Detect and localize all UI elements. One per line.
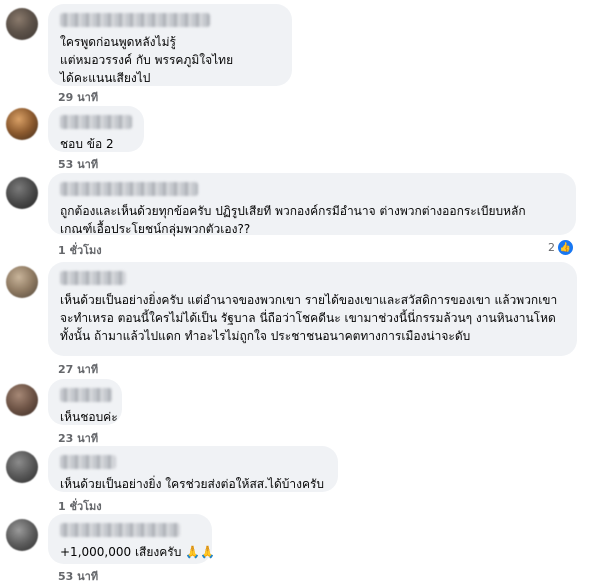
commenter-name[interactable]	[60, 523, 180, 537]
comment-timestamp[interactable]: 53 นาที	[58, 155, 98, 173]
reaction-count[interactable]: 2 👍	[548, 240, 573, 255]
avatar[interactable]	[6, 108, 38, 140]
commenter-name[interactable]	[60, 115, 132, 129]
commenter-name[interactable]	[60, 455, 116, 469]
commenter-name[interactable]	[60, 182, 198, 196]
comment-bubble: +1,000,000 เสียงครับ 🙏🙏	[48, 514, 216, 564]
avatar[interactable]	[6, 266, 38, 298]
reaction-number: 2	[548, 241, 555, 254]
avatar[interactable]	[6, 8, 38, 40]
avatar[interactable]	[6, 451, 38, 483]
comment-text: เห็นชอบค่ะ	[60, 410, 118, 424]
comment-text: แต่หมอวรรงค์ กับ พรรคภูมิใจไทย	[60, 53, 234, 67]
comment-text: ได้คะแนนเสียงไป	[60, 71, 151, 85]
comment-text: +1,000,000 เสียงครับ 🙏🙏	[60, 545, 216, 559]
comment-text: เกณฑ์เอื้อประโยชน์กลุ่มพวกตัวเอง??	[60, 222, 251, 236]
comment-timestamp[interactable]: 27 นาที	[58, 360, 98, 378]
avatar[interactable]	[6, 384, 38, 416]
comment-text: ถูกต้องและเห็นด้วยทุกข้อครับ ปฏิรูปเสียท…	[60, 204, 526, 218]
commenter-name[interactable]	[60, 388, 112, 402]
comment-bubble: เห็นด้วยเป็นอย่างยิ่ง ใครช่วยส่งต่อให้สส…	[48, 446, 338, 492]
commenter-name[interactable]	[60, 271, 126, 285]
avatar[interactable]	[6, 519, 38, 551]
comment-timestamp[interactable]: 23 นาที	[58, 429, 98, 447]
comment-text: เห็นด้วยเป็นอย่างยิ่งครับ แต่อำนาจของพวก…	[60, 293, 558, 307]
comment-timestamp[interactable]: 1 ชั่วโมง	[58, 241, 102, 259]
comment-text: ชอบ ข้อ 2	[60, 137, 114, 151]
comment-text: ใครพูดก่อนพูดหลังไม่รู้	[60, 35, 176, 49]
comment-text: จะทำเหรอ ตอนนี้ใครไม่ได้เป็น รัฐบาล นี่ถ…	[60, 311, 556, 325]
comment-bubble: ถูกต้องและเห็นด้วยทุกข้อครับ ปฏิรูปเสียท…	[48, 173, 576, 236]
comment-text: ทั้งนั้น ถ้ามาแล้วไปแดก ทำอะไรไม่ถูกใจ ป…	[60, 329, 471, 343]
comment-bubble: เห็นชอบค่ะ	[48, 379, 122, 425]
avatar[interactable]	[6, 177, 38, 209]
comment-text: เห็นด้วยเป็นอย่างยิ่ง ใครช่วยส่งต่อให้สส…	[60, 477, 325, 491]
commenter-name[interactable]	[60, 13, 210, 27]
comment-timestamp[interactable]: 29 นาที	[58, 88, 98, 106]
comment-bubble: เห็นด้วยเป็นอย่างยิ่งครับ แต่อำนาจของพวก…	[48, 262, 577, 356]
comment-timestamp[interactable]: 53 นาที	[58, 567, 98, 585]
comment-bubble: ชอบ ข้อ 2	[48, 106, 144, 152]
like-icon: 👍	[558, 240, 573, 255]
comment-timestamp[interactable]: 1 ชั่วโมง	[58, 497, 102, 515]
comment-bubble: ใครพูดก่อนพูดหลังไม่รู้ แต่หมอวรรงค์ กับ…	[48, 4, 292, 86]
